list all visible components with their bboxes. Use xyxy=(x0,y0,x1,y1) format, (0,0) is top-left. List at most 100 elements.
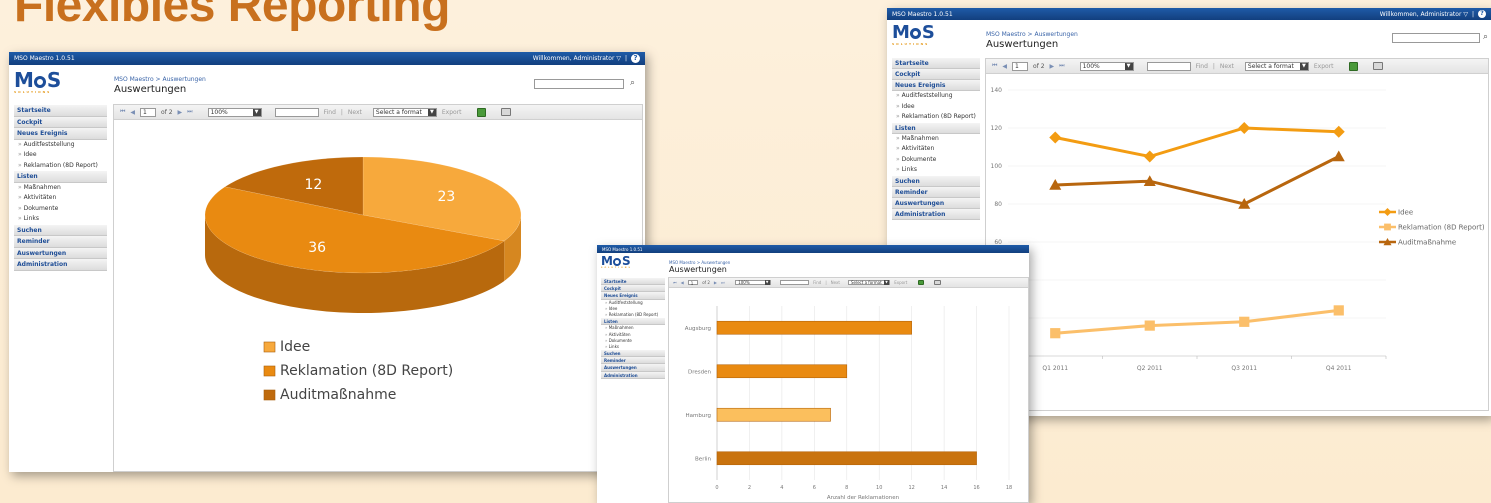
find-next-link[interactable]: Next xyxy=(831,280,840,285)
help-icon[interactable]: ? xyxy=(1478,10,1486,18)
sidebar-item-administration[interactable]: Administration xyxy=(892,208,980,220)
find-input[interactable] xyxy=(1146,61,1191,71)
find-link[interactable]: Find xyxy=(813,280,821,285)
print-icon[interactable] xyxy=(500,108,511,116)
sidebar-item-links[interactable]: » Links xyxy=(892,165,980,176)
refresh-icon[interactable] xyxy=(917,279,924,286)
sidebar-item-auditfeststellung[interactable]: » Auditfeststellung xyxy=(14,140,107,151)
find-input[interactable] xyxy=(274,107,319,117)
zoom-select[interactable]: 100% ▼ xyxy=(207,107,262,117)
sidebar-item-label: Links xyxy=(901,166,917,173)
sidebar-item-neues-ereignis[interactable]: Neues Ereignis xyxy=(892,80,980,91)
print-icon[interactable] xyxy=(934,279,941,286)
page-number-input[interactable]: 1 xyxy=(140,107,157,117)
sidebar-item-neues-ereignis[interactable]: Neues Ereignis xyxy=(601,292,665,300)
page-number-input[interactable]: 1 xyxy=(1012,61,1029,71)
last-page-icon[interactable]: ⏭ xyxy=(721,280,725,285)
sidebar-item-startseite[interactable]: Startseite xyxy=(14,105,107,117)
sidebar-item-suchen[interactable]: Suchen xyxy=(14,224,107,236)
sidebar-item-auswertungen[interactable]: Auswertungen xyxy=(14,247,107,259)
export-format-select[interactable]: Select a format ▼ xyxy=(847,279,891,286)
refresh-icon[interactable] xyxy=(1348,61,1358,71)
print-icon[interactable] xyxy=(1372,62,1383,70)
report-viewer: ⏮ ◀ 1 of 2 ▶ ⏭ 100% ▼ Find | Next Select a format ▼ E… xyxy=(113,104,643,472)
help-icon[interactable]: ? xyxy=(631,54,640,63)
sidebar-item-label: Dokumente xyxy=(23,204,59,212)
sidebar-item-administration[interactable]: Administration xyxy=(601,371,665,379)
search-input[interactable] xyxy=(534,79,624,89)
sidebar-item-aktivitäten[interactable]: » Aktivitäten xyxy=(892,144,980,155)
sidebar-item-label: Neues Ereignis xyxy=(604,293,638,299)
first-page-icon[interactable]: ⏮ xyxy=(673,280,677,285)
export-link[interactable]: Export xyxy=(1314,63,1334,70)
sidebar-item-idee[interactable]: » Idee xyxy=(892,102,980,113)
export-link[interactable]: Export xyxy=(894,280,907,285)
sidebar-item-dokumente[interactable]: » Dokumente xyxy=(892,155,980,166)
sidebar-item-startseite[interactable]: Startseite xyxy=(601,278,665,286)
page-number-input[interactable]: 1 xyxy=(687,279,699,286)
zoom-select[interactable]: 100% ▼ xyxy=(735,279,771,286)
sidebar-item-auditfeststellung[interactable]: » Auditfeststellung xyxy=(892,91,980,102)
find-separator: | xyxy=(340,108,343,116)
first-page-icon[interactable]: ⏮ xyxy=(120,108,125,116)
sidebar-item-cockpit[interactable]: Cockpit xyxy=(601,285,665,293)
export-format-select[interactable]: Select a format ▼ xyxy=(372,107,437,117)
breadcrumb[interactable]: MSO Maestro > Auswertungen xyxy=(114,76,206,83)
x-tick-label: 8 xyxy=(845,485,848,491)
sidebar-item-links[interactable]: » Links xyxy=(14,214,107,225)
sidebar-item-reklamation-8d-report[interactable]: » Reklamation (8D Report) xyxy=(892,112,980,123)
sidebar-item-startseite[interactable]: Startseite xyxy=(892,58,980,69)
refresh-icon[interactable] xyxy=(476,107,486,117)
sidebar-item-cockpit[interactable]: Cockpit xyxy=(14,116,107,128)
search-icon[interactable]: ⌕ xyxy=(1483,32,1488,42)
sidebar-item-idee[interactable]: » Idee xyxy=(14,150,107,161)
sidebar-item-neues-ereignis[interactable]: Neues Ereignis xyxy=(14,128,107,140)
sidebar-item-listen[interactable]: Listen xyxy=(14,171,107,183)
next-page-icon[interactable]: ▶ xyxy=(178,109,183,116)
sidebar-item-auswertungen[interactable]: Auswertungen xyxy=(601,364,665,372)
sidebar-item-reminder[interactable]: Reminder xyxy=(892,186,980,198)
point-marker xyxy=(1238,122,1251,134)
pie-legend: Idee Reklamation (8D Report) Auditmaßnahme xyxy=(263,339,453,403)
sidebar-item-maßnahmen[interactable]: » Maßnahmen xyxy=(14,183,107,194)
sidebar-item-suchen[interactable]: Suchen xyxy=(601,350,665,358)
zoom-select[interactable]: 100% ▼ xyxy=(1079,61,1134,71)
search-icon[interactable]: ⌕ xyxy=(630,78,635,88)
sidebar-item-maßnahmen[interactable]: » Maßnahmen xyxy=(892,134,980,145)
export-link[interactable]: Export xyxy=(442,109,462,116)
sidebar-item-listen[interactable]: Listen xyxy=(601,318,665,326)
search-input[interactable] xyxy=(1392,33,1480,43)
prev-page-icon[interactable]: ◀ xyxy=(681,280,684,285)
legend-label: Auditmaßnahme xyxy=(1398,239,1456,247)
find-next-link[interactable]: Next xyxy=(348,109,362,116)
find-input[interactable] xyxy=(780,279,810,286)
next-page-icon[interactable]: ▶ xyxy=(714,280,717,285)
prev-page-icon[interactable]: ◀ xyxy=(1002,63,1007,70)
breadcrumb[interactable]: MSO Maestro > Auswertungen xyxy=(986,31,1078,38)
find-next-link[interactable]: Next xyxy=(1220,63,1234,70)
sidebar-item-label: Idee xyxy=(608,305,618,311)
sidebar-item-listen[interactable]: Listen xyxy=(892,122,980,134)
title-separator: | xyxy=(624,55,627,62)
find-link[interactable]: Find xyxy=(324,109,336,116)
sidebar-item-reminder[interactable]: Reminder xyxy=(601,357,665,365)
sidebar-item-cockpit[interactable]: Cockpit xyxy=(892,69,980,80)
next-page-icon[interactable]: ▶ xyxy=(1050,63,1055,70)
sidebar-item-suchen[interactable]: Suchen xyxy=(892,175,980,187)
prev-page-icon[interactable]: ◀ xyxy=(130,109,135,116)
last-page-icon[interactable]: ⏭ xyxy=(187,108,192,116)
sidebar-item-reminder[interactable]: Reminder xyxy=(14,236,107,248)
welcome-user-menu[interactable]: Willkommen, Administrator ▽ xyxy=(533,55,621,62)
report-toolbar: ⏮ ◀ 1 of 2 ▶ ⏭ 100% ▼ Find | Next Select a format ▼ E… xyxy=(986,59,1488,74)
sidebar-item-reklamation-8d-report[interactable]: » Reklamation (8D Report) xyxy=(14,161,107,172)
export-format-select[interactable]: Select a format ▼ xyxy=(1244,61,1309,71)
sidebar-item-administration[interactable]: Administration xyxy=(14,259,107,271)
last-page-icon[interactable]: ⏭ xyxy=(1059,62,1064,70)
find-link[interactable]: Find xyxy=(1196,63,1208,70)
sidebar-item-auswertungen[interactable]: Auswertungen xyxy=(892,197,980,209)
first-page-icon[interactable]: ⏮ xyxy=(992,62,997,70)
sidebar-item-dokumente[interactable]: » Dokumente xyxy=(14,204,107,215)
welcome-user-menu[interactable]: Willkommen, Administrator ▽ xyxy=(1380,11,1468,18)
sidebar-item-aktivitäten[interactable]: » Aktivitäten xyxy=(14,193,107,204)
point-marker xyxy=(1333,305,1344,316)
